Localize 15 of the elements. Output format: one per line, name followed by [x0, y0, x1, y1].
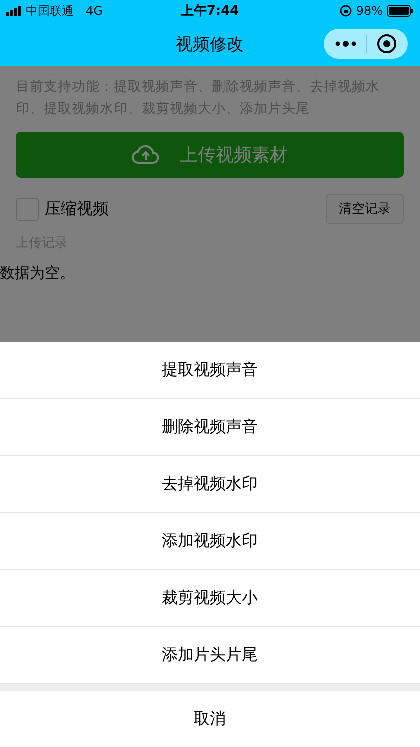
- clock-time: 上午7:44: [180, 3, 240, 20]
- signal-icon: [6, 6, 22, 16]
- close-icon[interactable]: [377, 34, 398, 54]
- battery-percent: 98%: [356, 4, 383, 18]
- more-icon[interactable]: [334, 41, 357, 47]
- page-title: 视频修改: [176, 34, 244, 56]
- compress-checkbox[interactable]: [16, 198, 39, 220]
- cloud-upload-icon: [132, 144, 160, 166]
- carrier-name: 中国联通: [26, 2, 74, 20]
- empty-message: 数据为空。: [0, 264, 75, 283]
- checkbox-label: 压缩视频: [45, 198, 109, 220]
- clear-records-button[interactable]: 清空记录: [326, 194, 404, 224]
- network-type: 4G: [86, 4, 103, 18]
- rotation-lock-icon: [340, 5, 352, 17]
- battery-icon: [387, 5, 414, 17]
